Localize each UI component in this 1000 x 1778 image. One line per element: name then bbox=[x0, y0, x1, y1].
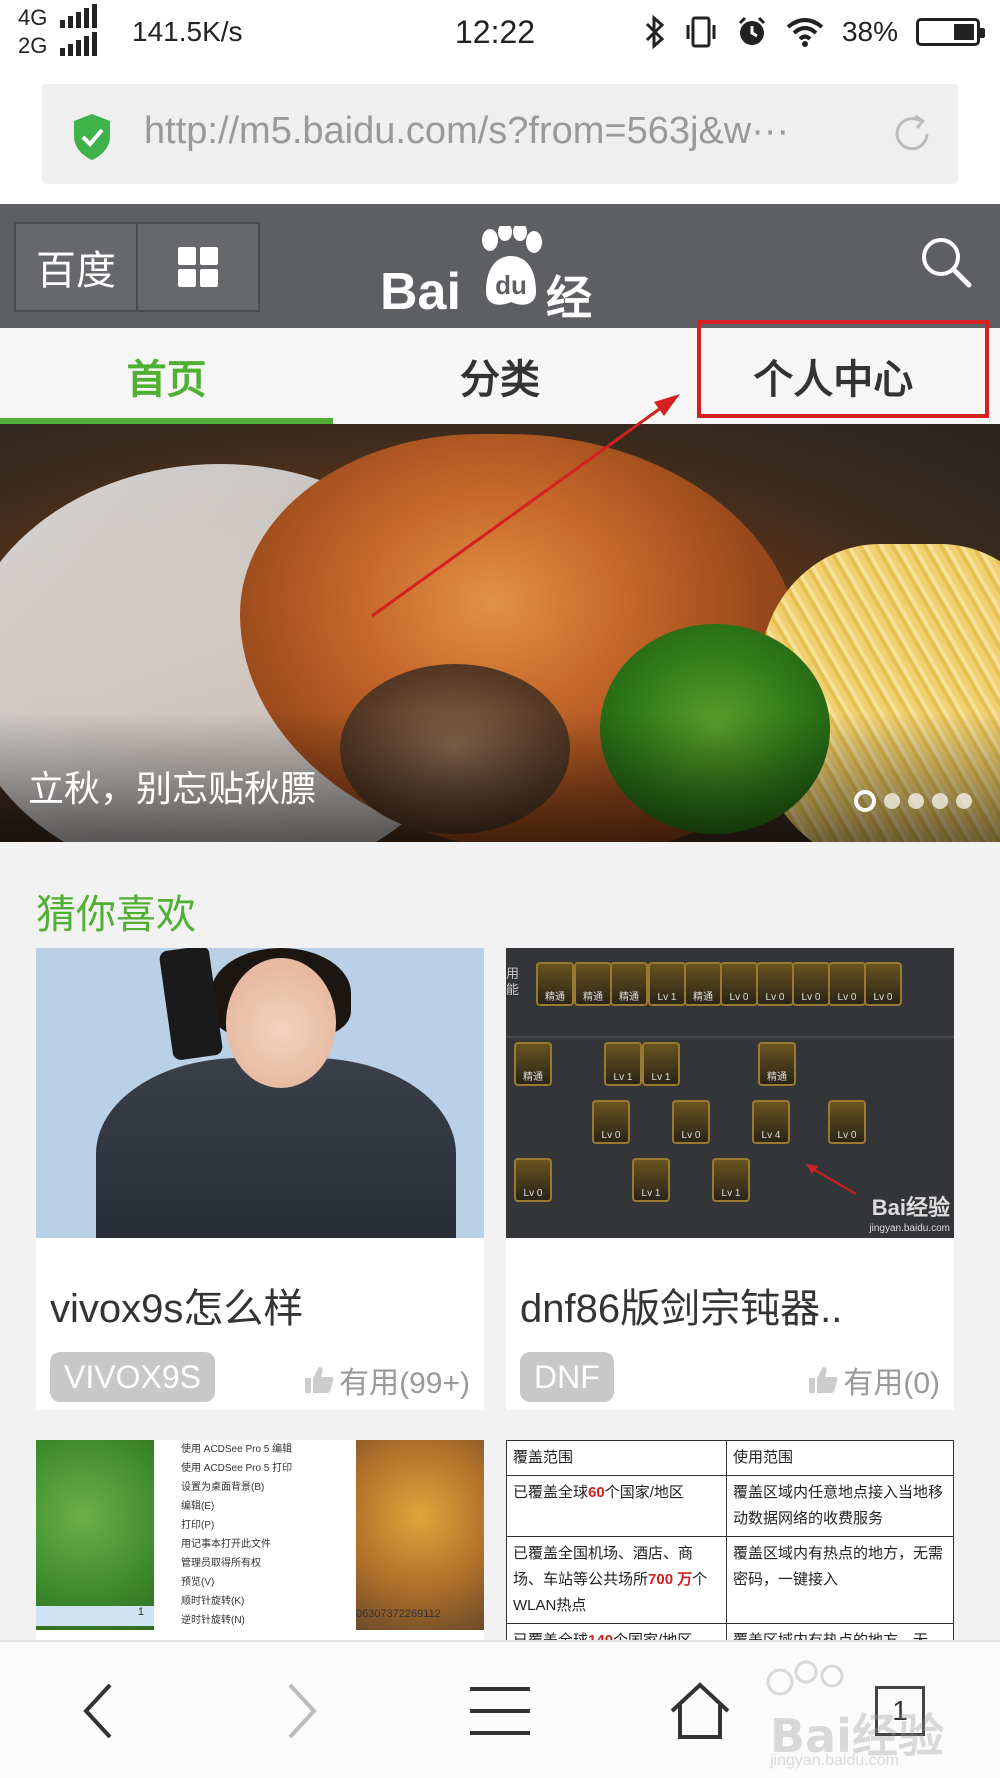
main-tabs: 首页 分类 个人中心 bbox=[0, 328, 1000, 424]
signal-strength-icon bbox=[60, 4, 97, 28]
game-annotation-arrow bbox=[806, 1164, 857, 1195]
search-icon[interactable] bbox=[918, 234, 974, 290]
context-menu-item: 编辑(E) bbox=[181, 1501, 215, 1512]
back-button[interactable] bbox=[0, 1642, 200, 1778]
acdsee-caption: 06307372269112 bbox=[356, 1608, 441, 1620]
reload-icon[interactable] bbox=[890, 110, 934, 158]
carousel-dot[interactable] bbox=[908, 793, 924, 809]
logo-text-du: du bbox=[495, 270, 527, 300]
tree-image bbox=[356, 1440, 484, 1630]
context-menu-item: 使用 ACDSee Pro 5 打印 bbox=[181, 1463, 293, 1474]
table-row: 已覆盖全球140个国家/地区、 覆盖区域内有热点的地方，无 bbox=[506, 1623, 954, 1640]
baidu-home-button[interactable]: 百度 bbox=[16, 224, 136, 310]
card-thumbnail: 1 使用 ACDSee Pro 5 编辑 使用 ACDSee Pro 5 打印 设置… bbox=[36, 1440, 484, 1640]
phone-image bbox=[158, 948, 224, 1061]
context-menu-item: 顺时针旋转(K) bbox=[181, 1596, 245, 1607]
tab-home[interactable]: 首页 bbox=[0, 328, 334, 424]
address-bar[interactable]: http://m5.baidu.com/s?from=563j&w··· bbox=[42, 84, 958, 184]
back-arrow-icon bbox=[83, 1683, 112, 1739]
site-header: 百度 Bai du 经验 bbox=[0, 204, 1000, 390]
context-menu-item: 设置为桌面背景(B) bbox=[181, 1482, 265, 1493]
useful-label: 有用(99+) bbox=[339, 1367, 470, 1400]
card-thumbnail bbox=[36, 948, 484, 1238]
carousel-dots bbox=[854, 790, 972, 812]
context-menu-item: 打印(P) bbox=[181, 1520, 215, 1531]
thumbs-up-icon bbox=[809, 1367, 838, 1393]
vibrate-icon bbox=[686, 16, 716, 48]
context-menu-item: 管理员取得所有权 bbox=[181, 1558, 261, 1569]
secure-shield-icon bbox=[74, 114, 110, 160]
carousel-dot-active[interactable] bbox=[854, 790, 876, 812]
context-menu-item: 预览(V) bbox=[181, 1577, 215, 1588]
card-thumbnail: 用能 精通 精通 精通 Lv 1 精通 Lv 0 Lv 0 Lv 0 Lv 0 Lv 0 精通 Lv … bbox=[506, 948, 954, 1238]
watermark-sub: jingyan.baidu.com bbox=[770, 1752, 899, 1769]
apps-grid-button[interactable] bbox=[136, 224, 258, 310]
table-header: 覆盖范围 bbox=[506, 1440, 727, 1476]
table-header: 使用范围 bbox=[726, 1440, 954, 1476]
article-card[interactable]: 1 使用 ACDSee Pro 5 编辑 使用 ACDSee Pro 5 打印 设置… bbox=[36, 1440, 484, 1640]
wifi-icon bbox=[786, 18, 824, 47]
context-menu-item: 逆时针旋转(N) bbox=[181, 1615, 245, 1626]
context-menu-item: 使用 ACDSee Pro 5 编辑 bbox=[181, 1444, 293, 1455]
article-card[interactable]: vivox9s怎么样 VIVOX9S 有用(99+) bbox=[36, 948, 484, 1410]
menu-button[interactable] bbox=[400, 1642, 600, 1778]
paw-logo-icon: du bbox=[482, 226, 542, 305]
battery-icon bbox=[916, 18, 985, 46]
context-menu-image: 使用 ACDSee Pro 5 编辑 使用 ACDSee Pro 5 打印 设置为桌… bbox=[181, 1440, 341, 1640]
carousel-dot[interactable] bbox=[932, 793, 948, 809]
banner-carousel[interactable]: 立秋，别忘贴秋膘 bbox=[0, 424, 1000, 842]
card-thumbnail: 覆盖范围 使用范围 已覆盖全球60个国家/地区 覆盖区域内任意地点接入当地移动数… bbox=[506, 1440, 954, 1640]
banner-caption: 立秋，别忘贴秋膘 bbox=[28, 768, 317, 809]
card-tag[interactable]: DNF bbox=[520, 1352, 614, 1402]
context-menu-item: 用记事本打开此文件 bbox=[181, 1539, 271, 1550]
thumbs-up-icon bbox=[305, 1367, 334, 1393]
card-title[interactable]: vivox9s怎么样 bbox=[50, 1276, 303, 1334]
table-row: 已覆盖全国机场、酒店、商场、车站等公共场所700 万个WLAN热点 覆盖区域内有… bbox=[506, 1536, 954, 1624]
tab-personal-center[interactable]: 个人中心 bbox=[667, 328, 1000, 424]
baidu-jingyan-watermark: Bai经验 jingyan.baidu.com bbox=[760, 1660, 960, 1770]
logo-text-bai: Bai bbox=[380, 263, 461, 321]
forward-button[interactable] bbox=[200, 1642, 400, 1778]
recommend-section: 猜你喜欢 vivox9s怎么样 VIVOX9S 有用(99+) 用能 精通 精通精… bbox=[0, 842, 1000, 1640]
signal-strength-icon bbox=[60, 32, 97, 56]
article-card[interactable]: 覆盖范围 使用范围 已覆盖全球60个国家/地区 覆盖区域内任意地点接入当地移动数… bbox=[506, 1440, 954, 1640]
card-title[interactable]: dnf86版剑宗钝器.. bbox=[520, 1276, 842, 1334]
carousel-dot[interactable] bbox=[884, 793, 900, 809]
alarm-icon bbox=[738, 16, 766, 45]
network-speed: 141.5K/s bbox=[132, 16, 243, 47]
carousel-dot[interactable] bbox=[956, 793, 972, 809]
browser-toolbar: http://m5.baidu.com/s?from=563j&w··· bbox=[0, 64, 1000, 204]
useful-count[interactable]: 有用(0) bbox=[807, 1358, 940, 1402]
status-bar: 4G 2G 141.5K/s 12:22 38% bbox=[0, 0, 1000, 64]
useful-count[interactable]: 有用(99+) bbox=[303, 1358, 470, 1402]
baidu-jingyan-logo[interactable]: Bai du 经验 bbox=[380, 226, 620, 390]
useful-label: 有用(0) bbox=[843, 1367, 940, 1400]
card-tag[interactable]: VIVOX9S bbox=[50, 1352, 215, 1402]
table-row: 已覆盖全球60个国家/地区 覆盖区域内任意地点接入当地移动数据网络的收费服务 bbox=[506, 1475, 954, 1537]
bluetooth-icon bbox=[645, 15, 665, 49]
hamburger-menu-icon bbox=[470, 1687, 530, 1735]
forward-arrow-icon bbox=[288, 1683, 317, 1739]
home-icon bbox=[670, 1682, 730, 1739]
network-type-2g: 2G bbox=[18, 33, 48, 58]
network-type-4g: 4G bbox=[18, 5, 48, 30]
grid-icon bbox=[178, 247, 218, 287]
coverage-table: 覆盖范围 使用范围 已覆盖全球60个国家/地区 覆盖区域内任意地点接入当地移动数… bbox=[506, 1440, 954, 1640]
clock: 12:22 bbox=[455, 14, 536, 50]
section-title: 猜你喜欢 bbox=[36, 893, 196, 937]
article-card[interactable]: 用能 精通 精通 精通 Lv 1 精通 Lv 0 Lv 0 Lv 0 Lv 0 Lv 0 精通 Lv … bbox=[506, 948, 954, 1410]
battery-percent: 38% bbox=[841, 16, 898, 47]
url-text[interactable]: http://m5.baidu.com/s?from=563j&w··· bbox=[144, 110, 854, 153]
acdsee-index: 1 bbox=[36, 1606, 154, 1626]
tab-category[interactable]: 分类 bbox=[333, 328, 666, 424]
lotus-image bbox=[36, 1440, 154, 1630]
